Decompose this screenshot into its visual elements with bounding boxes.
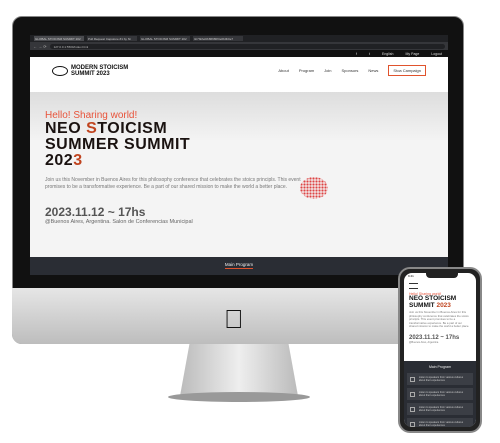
program-icon	[410, 406, 415, 412]
desktop-screen: GLOBAL STOICISM SUMMIT 202 Pull Request …	[30, 35, 448, 275]
hero-description: Join us this November in Buenos Aires fo…	[45, 177, 301, 190]
title-part: TOICISM	[97, 120, 168, 137]
logo-line1: MODERN STOICISM	[71, 64, 129, 71]
title-part: SUMMIT	[409, 301, 437, 309]
apple-logo-icon: 	[224, 304, 244, 335]
twitter-icon[interactable]: t	[369, 52, 370, 56]
program-item[interactable]: Listen to speakers from various cultures…	[407, 373, 473, 385]
main-program-bar: Main Program	[30, 257, 448, 275]
stoa-campaign-button[interactable]: Stoa Campaign	[388, 65, 426, 76]
title-part: NEO	[45, 120, 87, 137]
nav-about[interactable]: About	[278, 68, 288, 73]
nav-menu: About Program Join Sponsors News Stoa Ca…	[278, 65, 426, 76]
title-line2: SUMMER SUMMIT	[45, 136, 191, 153]
program-text: Listen to speakers from various cultures…	[418, 391, 464, 397]
address-bar-row: ← → ⟳ 127.0.0.1:5500/index.html	[30, 42, 448, 50]
nav-sponsors[interactable]: Sponsors	[342, 68, 359, 73]
logout-link[interactable]: Logout	[431, 52, 442, 56]
nav-join[interactable]: Join	[324, 68, 331, 73]
site-topbar: f t English My Page Logout	[30, 50, 448, 57]
imac-base	[168, 392, 310, 402]
program-icon	[410, 421, 415, 427]
title-part: 3	[73, 152, 83, 169]
hero-place: @Buenos Aires, Argentina. Salon de Confe…	[45, 219, 193, 225]
mypage-link[interactable]: My Page	[405, 52, 419, 56]
program-icon	[410, 376, 415, 382]
hero-title: NEO STOICISM SUMMER SUMMIT 2023	[45, 121, 433, 169]
nav-program[interactable]: Program	[299, 68, 314, 73]
url-input[interactable]: 127.0.0.1:5500/index.html	[49, 43, 445, 49]
browser-tab[interactable]: 3c7bbfebfb86980f3e6b0b0e7	[193, 36, 243, 41]
dot-pattern-decoration	[300, 177, 328, 199]
site-logo[interactable]: MODERN STOICISM SUMMIT 2023	[52, 65, 128, 77]
phone-notch	[426, 273, 458, 278]
mobile-description: Join us this November in Buenos Aires fo…	[409, 310, 470, 328]
title-part: 202	[45, 152, 74, 169]
status-time: 9:41	[408, 274, 414, 278]
logo-line2: SUMMIT 2023	[71, 70, 110, 77]
program-text: Listen to speakers from various cultures…	[418, 376, 464, 382]
mobile-main-program[interactable]: Main Program	[407, 365, 473, 369]
main-program-link[interactable]: Main Program	[224, 262, 254, 269]
title-part: S	[86, 120, 98, 137]
title-part: 2023	[436, 301, 451, 309]
logo-mark-icon	[52, 65, 68, 76]
nav-news[interactable]: News	[368, 68, 378, 73]
facebook-icon[interactable]: f	[356, 52, 357, 56]
imac-stand	[180, 344, 298, 396]
language-link[interactable]: English	[382, 52, 393, 56]
program-item[interactable]: Listen to speakers from various cultures…	[407, 403, 473, 415]
program-text: Listen to speakers from various cultures…	[418, 406, 464, 412]
phone-frame: 9:41 Hello! Sharing world! NEO STOICISM S…	[398, 267, 482, 433]
browser-tab[interactable]: GLOBAL STOICISM SUMMIT 202	[140, 36, 190, 41]
browser-tabs: GLOBAL STOICISM SUMMIT 202 Pull Request …	[30, 35, 448, 42]
hero-date: 2023.11.12 ~ 17hs	[45, 205, 146, 219]
program-item[interactable]: Listen to speakers from various cultures…	[407, 388, 473, 400]
program-icon	[410, 391, 415, 397]
nav-arrows-icon[interactable]: ← → ⟳	[33, 44, 47, 49]
site-nav: MODERN STOICISM SUMMIT 2023 About Program…	[30, 57, 448, 84]
mobile-screen: 9:41 Hello! Sharing world! NEO STOICISM S…	[404, 273, 476, 427]
browser-tab[interactable]: GLOBAL STOICISM SUMMIT 202	[34, 36, 84, 41]
browser-tab[interactable]: Pull Request Capstone #1 by Ni	[87, 36, 137, 41]
hamburger-menu-icon[interactable]	[409, 283, 418, 289]
mobile-place: @Buenos Aires, Argentina	[409, 340, 439, 344]
program-item[interactable]: Listen to speakers from various cultures…	[407, 418, 473, 427]
program-text: Listen to speakers from various cultures…	[418, 421, 464, 427]
mobile-program-section: Main Program Listen to speakers from var…	[404, 361, 476, 427]
hero-section: Hello! Sharing world! NEO STOICISM SUMME…	[30, 92, 448, 257]
mobile-title: NEO STOICISM SUMMIT 2023	[409, 295, 471, 309]
